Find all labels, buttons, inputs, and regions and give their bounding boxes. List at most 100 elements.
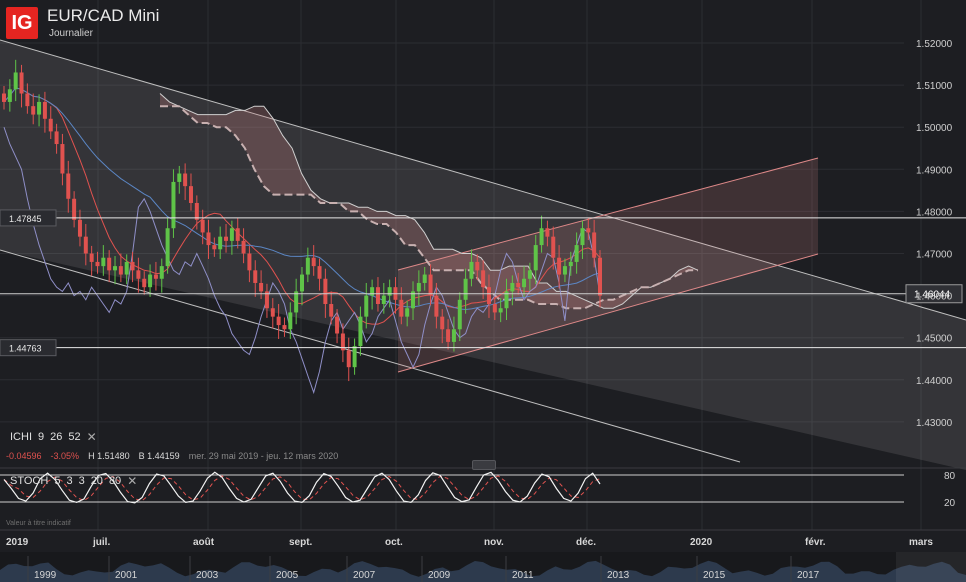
navigator-year-label: 2011 (512, 570, 534, 581)
candle-body (95, 261, 100, 267)
candle-body (446, 329, 451, 342)
candle-body (66, 173, 71, 199)
candle-body (136, 270, 141, 279)
chart-canvas[interactable]: 1.478451.447631.46044 1.520001.510001.50… (0, 0, 966, 582)
candle-body (72, 198, 77, 220)
low-label: B (138, 451, 145, 461)
candle-body (323, 278, 328, 305)
candle-body (113, 266, 118, 271)
candle-body (598, 257, 602, 296)
candle-body (118, 266, 123, 275)
candle-body (25, 93, 30, 107)
stochastic-indicator-row: STOCH 5 3 3 20 80 ✕ (10, 474, 137, 488)
candle-body (574, 245, 579, 262)
candle-body (481, 270, 486, 288)
candle-body (130, 261, 135, 271)
candle-body (516, 282, 521, 288)
candle-body (48, 118, 53, 132)
time-tick-label: 2019 (6, 537, 29, 548)
stoch-level-label: 20 (944, 498, 956, 509)
stochastic-name[interactable]: STOCH (10, 475, 48, 487)
candle-body (200, 219, 205, 233)
time-tick-label: sept. (289, 537, 313, 548)
candle-body (294, 291, 299, 313)
candle-body (492, 304, 497, 313)
candle-body (434, 295, 439, 317)
close-icon[interactable]: ✕ (87, 430, 97, 444)
candle-body (568, 261, 573, 267)
chart-header: IG EUR/CAD Mini Journalier (0, 0, 500, 44)
candle-body (177, 173, 182, 182)
level-label: 1.47845 (9, 214, 42, 224)
candle-body (405, 308, 410, 317)
change-percent: -3.05% (50, 451, 80, 461)
candle-body (475, 261, 480, 271)
candle-body (346, 350, 351, 368)
navigator-year-label: 2013 (607, 570, 630, 581)
candle-body (510, 282, 515, 292)
ichimoku-param: 26 (50, 431, 63, 443)
candle-body (282, 325, 287, 330)
candle-body (370, 287, 375, 296)
navigator-strip[interactable]: 1999 2001 2003 2005 2007 2009 2011 2013 2015 2017 (0, 552, 966, 582)
candle-body (305, 257, 310, 275)
candle-body (557, 257, 562, 275)
close-icon[interactable]: ✕ (127, 474, 137, 488)
candle-body (463, 278, 468, 300)
candle-body (440, 316, 445, 330)
candle-body (381, 295, 386, 305)
candle-body (469, 261, 474, 279)
candle-body (586, 228, 591, 233)
price-tick-label: 1.50000 (916, 123, 953, 134)
ichimoku-param: 9 (38, 431, 45, 443)
price-tick-label: 1.49000 (916, 165, 953, 176)
candle-body (422, 274, 427, 283)
candle-body (545, 228, 550, 237)
panel-resize-handle[interactable] (472, 460, 496, 470)
level-label: 1.44763 (9, 344, 42, 354)
price-tick-label: 1.46000 (916, 292, 953, 303)
candle-body (148, 274, 153, 288)
timeframe-label[interactable]: Journalier (49, 28, 93, 39)
stochastic-param: 5 (54, 475, 61, 487)
high-value-group: H 1.51480 (88, 451, 130, 461)
candle-body (188, 186, 193, 203)
candle-body (206, 232, 211, 246)
candle-body (498, 308, 503, 313)
time-tick-label: févr. (805, 537, 826, 548)
ichimoku-name[interactable]: ICHI (10, 431, 32, 443)
candle-body (54, 131, 59, 145)
candle-body (13, 72, 18, 90)
time-tick-label: 2020 (690, 537, 713, 548)
time-axis[interactable]: 2019 juil. août sept. oct. nov. déc. 2020 févr. m… (0, 529, 966, 550)
candle-body (2, 93, 6, 102)
candle-body (31, 106, 36, 115)
change-value: -0.04596 (6, 451, 42, 461)
candle-body (212, 245, 217, 250)
time-tick-label: juil. (92, 537, 110, 548)
low-value-group: B 1.44159 (139, 451, 180, 461)
stochastic-param: 3 (78, 475, 85, 487)
price-tick-label: 1.44000 (916, 376, 953, 387)
candle-body (259, 282, 264, 292)
candle-body (235, 228, 240, 241)
candle-body (375, 287, 380, 305)
stoch-level-label: 80 (944, 471, 956, 482)
candle-body (562, 266, 567, 275)
candle-body (551, 236, 556, 258)
ig-logo: IG (6, 7, 38, 39)
candle-body (19, 72, 24, 94)
candle-body (270, 308, 275, 317)
candle-body (311, 257, 316, 267)
price-tick-label: 1.45000 (916, 334, 953, 345)
ichimoku-indicator-row: ICHI 9 26 52 ✕ (10, 430, 97, 444)
info-bar: -0.04596 -3.05% H 1.51480 B 1.44159 mer.… (6, 451, 338, 461)
time-tick-label: oct. (385, 537, 403, 548)
ichimoku-param: 52 (68, 431, 81, 443)
candle-body (142, 278, 147, 288)
navigator-year-label: 2017 (797, 570, 820, 581)
candle-body (253, 270, 258, 283)
navigator-year-label: 2001 (115, 570, 138, 581)
candle-body (329, 304, 334, 317)
candle-body (539, 228, 544, 246)
